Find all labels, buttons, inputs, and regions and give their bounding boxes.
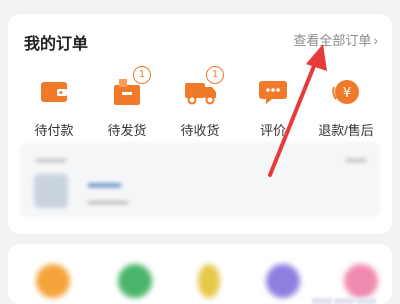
status-label: 待发货 bbox=[107, 123, 147, 138]
order-preview-blurred[interactable]: ▬▬▬ ▬▬ ▬▬▬ ▬▬▬▬ bbox=[20, 142, 380, 218]
svg-text:¥: ¥ bbox=[343, 86, 351, 101]
shipment-box-icon: 1 bbox=[109, 66, 151, 110]
count-badge: 1 bbox=[206, 66, 224, 84]
delivery-truck-icon: 1 bbox=[182, 66, 224, 110]
status-label: 评价 bbox=[259, 123, 286, 138]
view-all-label: 查看全部订单 bbox=[293, 33, 372, 48]
blurred-text: ▬▬ bbox=[346, 154, 366, 165]
wallet-icon bbox=[36, 74, 72, 110]
status-review[interactable]: 评价 bbox=[239, 74, 307, 144]
blurred-text: ▬▬▬▬ bbox=[88, 196, 128, 207]
blurred-text: ▬▬▬ bbox=[36, 154, 66, 165]
order-status-row: 待付款 1 待发货 1 待收货 评价 ¥ 退款/售后 bbox=[8, 66, 392, 144]
orders-card: 我的订单 查看全部订单 › 待付款 1 待发货 1 待收货 评价 ¥ 退款/售后… bbox=[8, 14, 392, 234]
status-pending-shipment[interactable]: 1 待发货 bbox=[93, 66, 161, 144]
status-pending-payment[interactable]: 待付款 bbox=[20, 74, 88, 144]
status-label: 退款/售后 bbox=[318, 123, 374, 138]
comment-bubble-icon bbox=[255, 74, 291, 110]
service-icon[interactable] bbox=[266, 264, 300, 298]
view-all-orders-link[interactable]: 查看全部订单 › bbox=[293, 30, 378, 49]
service-icon[interactable] bbox=[118, 264, 152, 298]
orders-title: 我的订单 bbox=[24, 36, 89, 53]
chevron-right-icon: › bbox=[373, 31, 378, 48]
status-pending-receipt[interactable]: 1 待收货 bbox=[166, 66, 234, 144]
count-badge: 1 bbox=[133, 66, 151, 84]
services-card-blurred: ▬▬▬ bbox=[8, 244, 392, 304]
blurred-text: ▬▬▬ bbox=[88, 178, 121, 190]
refund-yen-icon: ¥ bbox=[328, 74, 364, 110]
service-icon[interactable] bbox=[36, 264, 70, 298]
watermark: ▬▬▬ bbox=[312, 287, 378, 304]
status-label: 待付款 bbox=[34, 123, 74, 138]
product-thumbnail bbox=[34, 174, 68, 208]
service-icon[interactable] bbox=[198, 264, 220, 298]
status-label: 待收货 bbox=[180, 123, 220, 138]
status-refund-aftersale[interactable]: ¥ 退款/售后 bbox=[312, 74, 380, 144]
